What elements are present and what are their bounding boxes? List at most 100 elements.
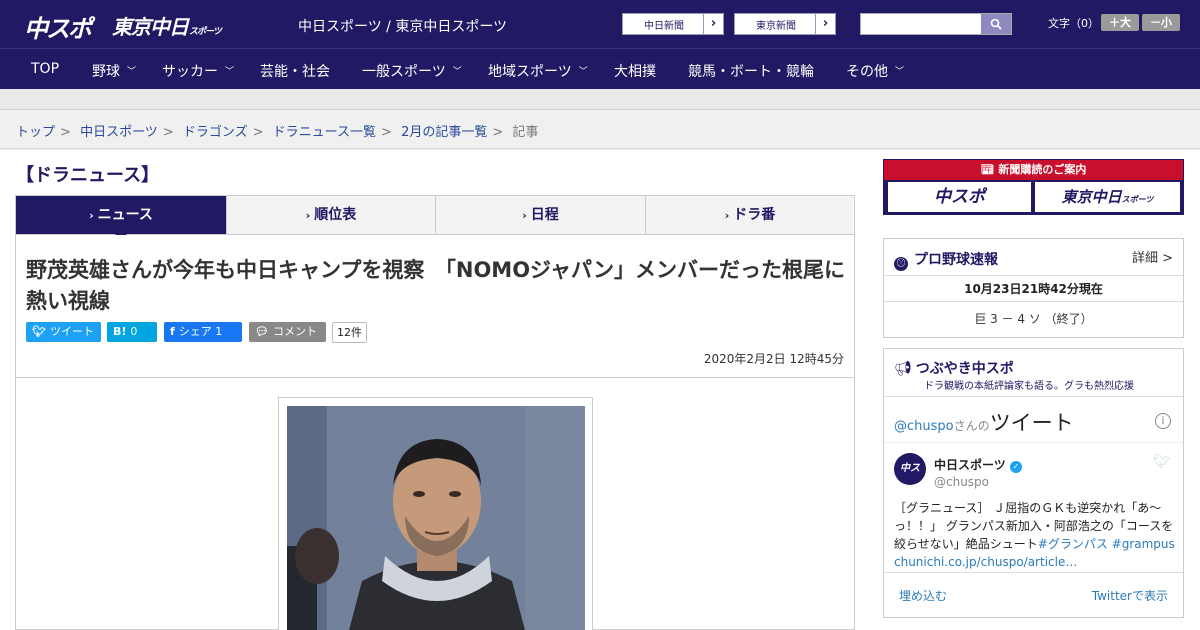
nav-label: TOP [31,61,60,77]
nav-label: その他 [846,64,888,80]
baseball-score[interactable]: 巨 3 － 4 ソ （終了） [884,310,1183,327]
article-photo[interactable] [287,406,585,630]
tweets-label: ツイート [989,411,1074,435]
tab-news[interactable]: › ニュース [16,196,227,234]
baseball-updated-time: 10月23日21時42分現在 [964,282,1103,296]
breadcrumb-link[interactable]: トップ [16,125,55,140]
breadcrumb-link[interactable]: 2月の記事一覧 [401,125,487,140]
breadcrumb-separator: > [60,125,71,140]
facebook-share-button[interactable]: f シェア 1 [164,322,242,342]
view-on-twitter-link[interactable]: Twitterで表示 [1092,587,1168,604]
tab-schedule[interactable]: › 日程 [436,196,646,234]
search-button[interactable] [981,14,1011,34]
tweet-author-handle[interactable]: @chuspo [934,475,989,489]
breadcrumb-link[interactable]: ドラニュース一覧 [273,125,376,140]
nav-label: 地域スポーツ [488,64,572,80]
pro-baseball-box: ⚾︎ プロ野球速報 詳細 > 10月23日21時42分現在 巨 3 － 4 ソ （… [883,238,1184,338]
divider [884,572,1183,573]
tweet-card[interactable]: 中ス 中日スポーツ ✓ @chuspo 🐦︎ ［グラニュース］ Ｊ屈指のＧＫも逆… [884,442,1183,572]
chevron-down-icon: ﹀ [452,67,462,77]
tweet-author-name[interactable]: 中日スポーツ ✓ [934,456,1022,473]
breadcrumb-separator: > [492,125,504,140]
news-tabs: › ニュース › 順位表 › 日程 › ドラ番 [15,195,855,235]
chuspo-avatar[interactable]: 中ス [894,453,926,485]
nav-item-sumo[interactable]: 大相撲 [614,61,656,81]
chunichi-shimbun-button[interactable]: 中日新聞 › [622,13,724,35]
breadcrumb-current: 記事 [512,125,539,140]
tab-label: 順位表 [314,207,357,223]
comment-button[interactable]: 💬︎ コメント [249,322,326,342]
font-bigger-button[interactable]: ＋大 [1101,14,1139,31]
chevron-right-icon: › [815,14,835,34]
baseball-icon: ⚾︎ [894,257,908,271]
nav-item-other[interactable]: その他 ﹀ [846,61,904,81]
nav-label: 競馬・ボート・競輪 [688,64,814,80]
divider [884,301,1183,302]
breadcrumb: トップ > 中日スポーツ > ドラゴンズ > ドラニュース一覧 > 2月の記事一覧 > 記… [16,121,538,140]
twitter-bird-icon[interactable]: 🐦︎ [1153,454,1171,470]
ad-tokyo-text: 東京中日 [1061,188,1122,206]
facebook-icon: f [170,325,175,338]
ad-tokyo-chunichi-logo[interactable]: 東京中日スポーツ [1035,182,1180,212]
nav-item-baseball[interactable]: 野球 ﹀ [92,61,136,81]
chuspo-logo[interactable]: 中スポ [24,9,92,44]
site-links[interactable]: 中日スポーツ / 東京中日スポーツ [298,16,507,36]
article-date: 2020年2月2日 12時45分 [703,352,844,366]
search-box [860,13,1012,35]
hatena-bookmark-button[interactable]: B! 0 [107,322,157,342]
ad-tokyo-sub: スポーツ [1121,195,1154,204]
nav-label: 芸能・社会 [260,64,330,80]
author-name-text: 中日スポーツ [934,458,1006,472]
tab-label: ドラ番 [733,207,776,223]
divider [16,377,854,378]
nav-label: 大相撲 [614,64,656,80]
subscription-ad-header: 📰︎ 新聞購読のご案内 [884,160,1183,180]
breadcrumb-link[interactable]: ドラゴンズ [183,125,248,140]
baseball-detail-link[interactable]: 詳細 > [1132,247,1173,266]
info-icon[interactable]: i [1155,413,1171,429]
tab-dora-ban[interactable]: › ドラ番 [646,196,854,234]
breadcrumb-link[interactable]: 中日スポーツ [80,125,158,140]
pro-baseball-title: プロ野球速報 [914,252,998,268]
tweet-url-link[interactable]: chunichi.co.jp/chuspo/article… [894,555,1077,569]
nav-item-racing[interactable]: 競馬・ボート・競輪 [688,61,814,81]
nav-item-general-sports[interactable]: 一般スポーツ ﹀ [362,61,462,81]
tokyo-chunichi-logo[interactable]: 東京中日スポーツ [112,11,222,40]
nav-item-soccer[interactable]: サッカー ﹀ [162,61,234,81]
chevron-down-icon: ﹀ [225,67,235,77]
search-input[interactable] [861,14,981,34]
ad-chuspo-logo[interactable]: 中スポ [888,182,1031,212]
subscription-ad-title: 新聞購読のご案内 [998,163,1087,176]
hatena-count: 0 [130,325,138,338]
facebook-share-count: 1 [215,325,223,338]
nav-item-local-sports[interactable]: 地域スポーツ ﹀ [488,61,588,81]
chevron-down-icon: ﹀ [895,67,905,77]
twitter-timeline-header: @chuspoさんのツイート [894,407,1074,437]
article-photo-frame [278,397,593,630]
hashtag-link[interactable]: #グランパス [1038,537,1108,551]
breadcrumb-separator: > [162,125,174,140]
chevron-right-icon: › [305,209,311,222]
chevron-right-icon: › [522,209,527,222]
site-header: 中スポ 東京中日スポーツ 中日スポーツ / 東京中日スポーツ 中日新聞 › 東京… [0,0,1200,48]
tokyo-logo-sub: スポーツ [189,27,222,37]
nav-item-top[interactable]: TOP [31,61,59,77]
hatena-bookmark-icon: B! [113,325,127,338]
subscription-ad[interactable]: 📰︎ 新聞購読のご案内 中スポ 東京中日スポーツ [883,159,1184,215]
embed-link[interactable]: 埋め込む [899,587,947,604]
search-icon [990,18,1002,30]
main-nav: TOP 野球 ﹀ サッカー ﹀ 芸能・社会 一般スポーツ ﹀ 地域スポーツ ﹀ 大相撲 … [0,48,1200,89]
hashtag-link[interactable]: #grampus [1112,537,1175,551]
tsubuyaki-subtitle: ドラ観戦の本紙評論家も語る。グラも熱烈応援 [924,381,1134,392]
chevron-down-icon: ﹀ [127,67,137,77]
tab-standings[interactable]: › 順位表 [227,196,436,234]
comment-count-badge[interactable]: 12件 [332,322,367,343]
tweet-button[interactable]: 🐦︎ ツイート [26,322,101,342]
tokyo-shimbun-button[interactable]: 東京新聞 › [734,13,836,35]
nav-item-entertainment[interactable]: 芸能・社会 [260,61,330,81]
font-smaller-button[interactable]: －小 [1142,14,1180,31]
article: 野茂英雄さんが今年も中日キャンプを視察 「NOMOジャパン」メンバーだった根尾に… [15,235,855,630]
twitter-handle-link[interactable]: @chuspo [894,419,954,434]
nav-label: 野球 [92,64,120,80]
man-portrait-illustration [287,406,585,630]
